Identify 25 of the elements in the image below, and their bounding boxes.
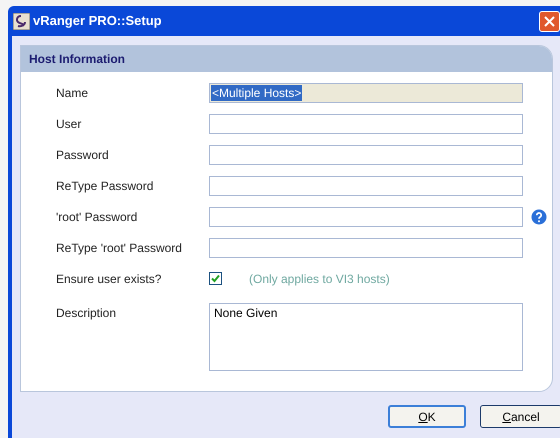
field-label: User — [56, 116, 82, 133]
text-field[interactable] — [209, 207, 523, 227]
text-field[interactable] — [209, 238, 523, 258]
ok-button[interactable]: OK — [388, 405, 466, 428]
help-icon[interactable] — [531, 209, 547, 225]
field-label: Name — [56, 85, 90, 102]
text-field[interactable]: <Multiple Hosts> — [209, 83, 523, 103]
close-button[interactable] — [539, 10, 560, 32]
description-field[interactable]: None Given — [209, 303, 523, 371]
checkbox[interactable] — [209, 272, 222, 285]
close-icon — [544, 16, 555, 26]
text-field[interactable] — [209, 145, 523, 165]
cancel-button[interactable]: Cancel — [480, 405, 560, 428]
field-label: ReType 'root' Password — [56, 240, 183, 257]
text-field[interactable] — [209, 114, 523, 134]
field-label: Ensure user exists? — [56, 271, 162, 288]
field-label: ReType Password — [56, 178, 154, 195]
note-text: (Only applies to VI3 hosts) — [249, 271, 390, 288]
field-label: Description — [56, 305, 118, 322]
panel-title: Host Information — [29, 51, 125, 68]
window-title: vRanger PRO::Setup — [33, 12, 162, 30]
field-label: 'root' Password — [56, 209, 138, 226]
app-logo-icon — [13, 12, 30, 30]
text-field[interactable] — [209, 176, 523, 196]
field-label: Password — [56, 147, 110, 164]
